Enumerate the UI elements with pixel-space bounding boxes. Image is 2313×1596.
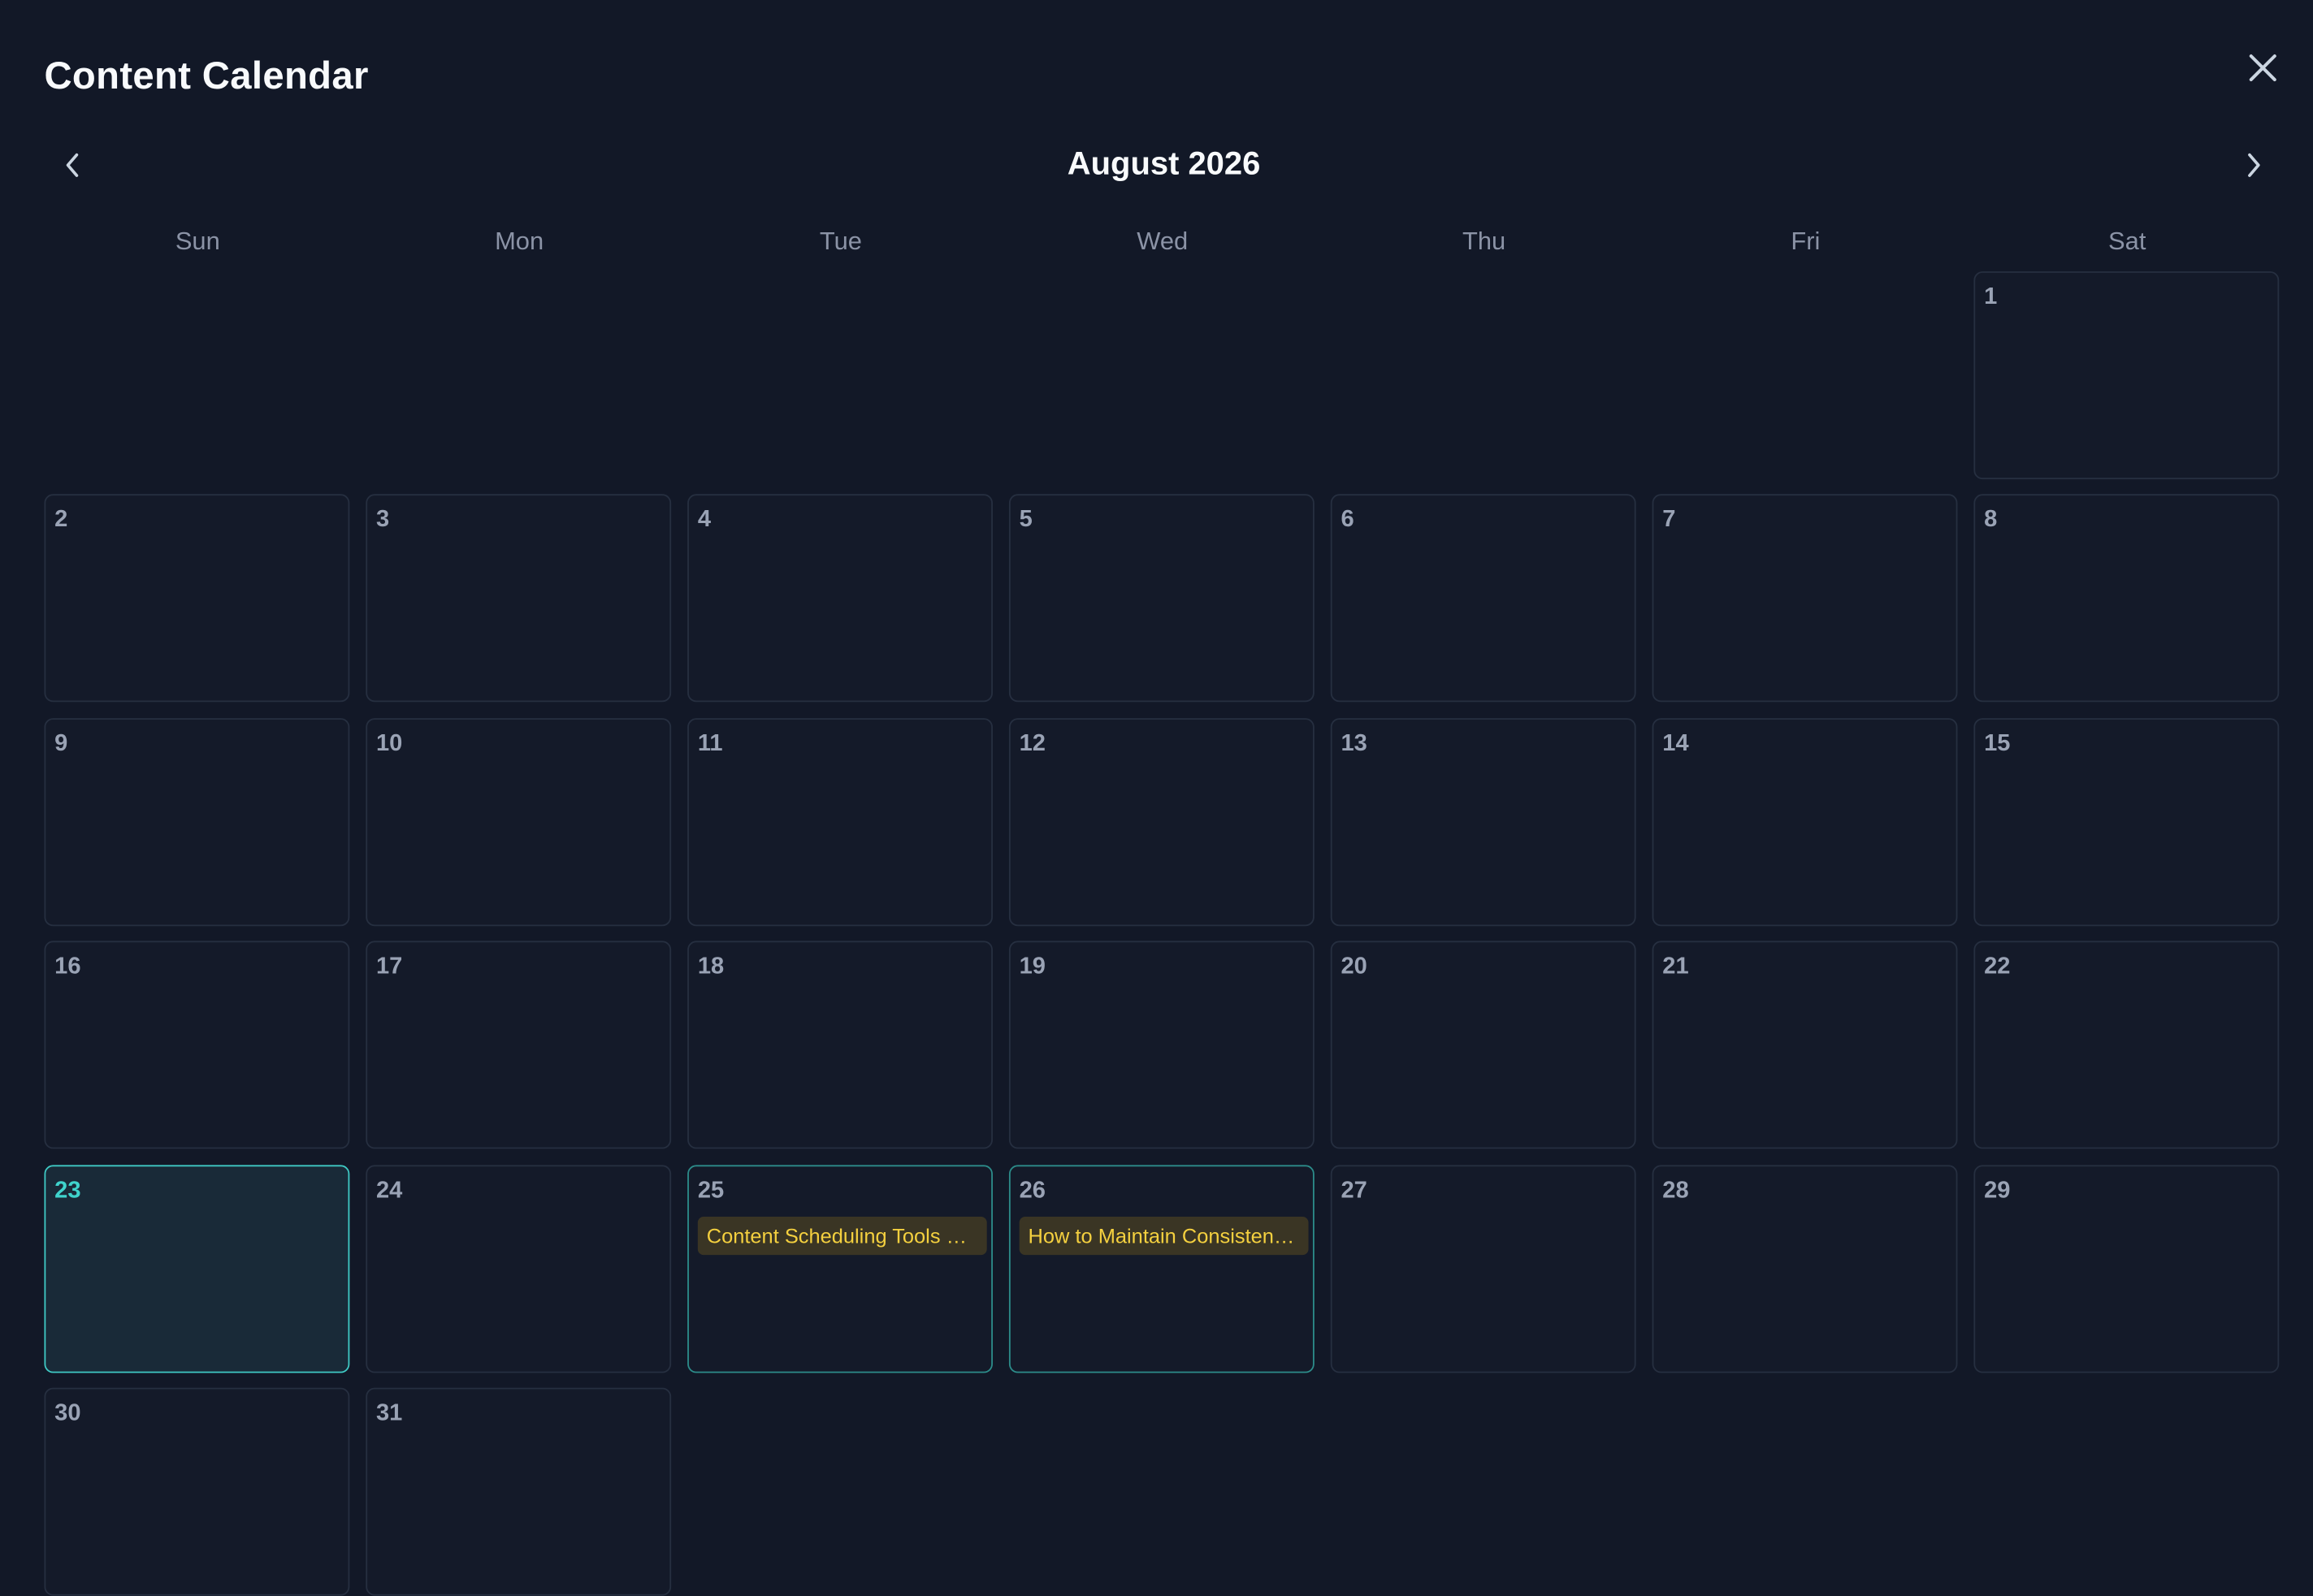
event-chip[interactable]: Content Scheduling Tools an... bbox=[697, 1216, 987, 1256]
day-cell[interactable]: 26 How to Maintain Consistent ... bbox=[1008, 1165, 1315, 1373]
day-cell[interactable]: 5 bbox=[1008, 494, 1315, 703]
chevron-right-icon bbox=[2248, 153, 2260, 177]
next-month-button[interactable] bbox=[2230, 141, 2277, 188]
day-cell[interactable]: 29 bbox=[1973, 1165, 2280, 1373]
day-cell[interactable]: 31 bbox=[366, 1387, 672, 1596]
weekday-label: Fri bbox=[1791, 227, 1821, 256]
day-cell[interactable]: 17 bbox=[366, 941, 672, 1149]
day-number: 24 bbox=[376, 1178, 403, 1204]
day-cell[interactable]: 24 bbox=[366, 1165, 672, 1373]
close-icon bbox=[2249, 54, 2276, 82]
day-cell[interactable]: 6 bbox=[1330, 494, 1636, 703]
day-number: 31 bbox=[376, 1400, 403, 1426]
day-cell[interactable]: 3 bbox=[366, 494, 672, 703]
day-number: 3 bbox=[376, 507, 390, 533]
day-number: 7 bbox=[1662, 507, 1676, 533]
day-number: 29 bbox=[1984, 1178, 2011, 1204]
day-number: 5 bbox=[1019, 507, 1033, 533]
day-cell[interactable]: 10 bbox=[366, 718, 672, 927]
day-cell[interactable]: 11 bbox=[687, 718, 993, 927]
day-cell[interactable]: 18 bbox=[687, 941, 993, 1149]
day-number: 25 bbox=[697, 1178, 725, 1204]
day-number: 26 bbox=[1019, 1178, 1046, 1204]
weekday-label: Sun bbox=[175, 227, 220, 256]
day-number: 27 bbox=[1341, 1178, 1367, 1204]
day-number: 1 bbox=[1984, 284, 1998, 310]
day-number: 10 bbox=[376, 731, 403, 757]
day-cell[interactable]: 2 bbox=[44, 494, 350, 703]
weekday-label: Mon bbox=[495, 227, 544, 256]
day-cell-today[interactable]: 23 bbox=[44, 1165, 350, 1373]
day-number: 4 bbox=[697, 507, 711, 533]
day-cell[interactable]: 1 bbox=[1973, 271, 2280, 480]
day-cell[interactable]: 4 bbox=[687, 494, 993, 703]
month-label: August 2026 bbox=[1067, 144, 1261, 182]
day-cell[interactable]: 19 bbox=[1008, 941, 1315, 1149]
day-number: 15 bbox=[1984, 731, 2011, 757]
dialog-title: Content Calendar bbox=[44, 53, 369, 97]
day-cell[interactable]: 15 bbox=[1973, 718, 2280, 927]
day-number: 13 bbox=[1341, 731, 1367, 757]
weekday-label: Thu bbox=[1462, 227, 1506, 256]
day-cell[interactable]: 9 bbox=[44, 718, 350, 927]
day-number: 28 bbox=[1662, 1178, 1689, 1204]
weekday-label: Wed bbox=[1137, 227, 1189, 256]
day-number: 14 bbox=[1662, 731, 1689, 757]
day-number: 19 bbox=[1019, 954, 1046, 980]
day-number: 12 bbox=[1019, 731, 1046, 757]
day-cell[interactable]: 7 bbox=[1652, 494, 1958, 703]
day-cell[interactable]: 21 bbox=[1652, 941, 1958, 1149]
day-cell[interactable]: 8 bbox=[1973, 494, 2280, 703]
day-number: 23 bbox=[54, 1178, 81, 1204]
day-cell[interactable]: 27 bbox=[1330, 1165, 1636, 1373]
content-calendar-dialog: Content Calendar August 2026 Sun Mon Tue We… bbox=[0, 0, 2313, 1596]
day-cell[interactable]: 12 bbox=[1008, 718, 1315, 927]
day-number: 6 bbox=[1341, 507, 1354, 533]
close-button[interactable] bbox=[2237, 41, 2289, 94]
day-cell[interactable]: 30 bbox=[44, 1387, 350, 1596]
day-number: 30 bbox=[54, 1400, 81, 1426]
day-cell[interactable]: 22 bbox=[1973, 941, 2280, 1149]
day-number: 9 bbox=[54, 731, 68, 757]
day-cell[interactable]: 25 Content Scheduling Tools an... bbox=[687, 1165, 993, 1373]
day-number: 18 bbox=[697, 954, 725, 980]
day-number: 22 bbox=[1984, 954, 2011, 980]
day-cell[interactable]: 13 bbox=[1330, 718, 1636, 927]
day-number: 8 bbox=[1984, 507, 1998, 533]
day-number: 16 bbox=[54, 954, 81, 980]
event-chip[interactable]: How to Maintain Consistent ... bbox=[1019, 1216, 1309, 1256]
day-number: 17 bbox=[376, 954, 403, 980]
day-cell[interactable]: 28 bbox=[1652, 1165, 1958, 1373]
day-cell[interactable]: 14 bbox=[1652, 718, 1958, 927]
day-number: 11 bbox=[697, 731, 723, 757]
day-number: 21 bbox=[1662, 954, 1689, 980]
day-cell[interactable]: 16 bbox=[44, 941, 350, 1149]
day-number: 20 bbox=[1341, 954, 1367, 980]
day-number: 2 bbox=[54, 507, 68, 533]
weekday-label: Tue bbox=[819, 227, 862, 256]
day-cell[interactable]: 20 bbox=[1330, 941, 1636, 1149]
weekday-label: Sat bbox=[2108, 227, 2146, 256]
